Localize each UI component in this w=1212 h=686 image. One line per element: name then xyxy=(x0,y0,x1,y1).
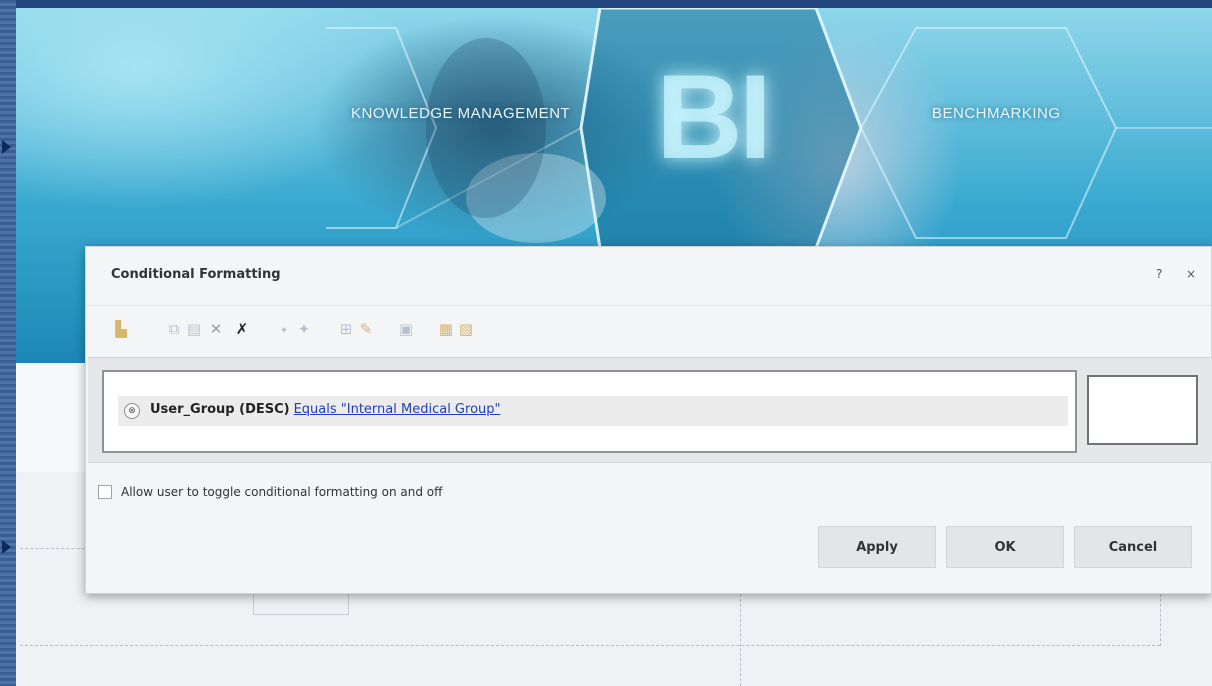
divider xyxy=(20,645,1160,646)
divider xyxy=(1160,594,1161,646)
banner-caption-benchmarking: BENCHMARKING xyxy=(932,105,1061,122)
remove-condition-icon[interactable]: ⊗ xyxy=(124,403,140,419)
condition-row[interactable]: ⊗ User_Group (DESC) Equals "Internal Medi… xyxy=(118,396,1068,426)
expand-arrow-icon[interactable] xyxy=(2,140,11,154)
placeholder-box xyxy=(253,594,349,615)
ok-button[interactable]: OK xyxy=(946,526,1064,568)
cancel-button[interactable]: Cancel xyxy=(1074,526,1192,568)
condition-field: User_Group (DESC) xyxy=(150,402,290,417)
conditional-formatting-dialog: Conditional Formatting ? × ▙ ⧉ ▤ ✕ ✗ ⬩ ✦… xyxy=(85,246,1212,594)
divider xyxy=(20,548,90,549)
condition-operator-link[interactable]: Equals "Internal Medical Group" xyxy=(294,402,501,417)
ungroup-icon[interactable]: ✎ xyxy=(356,319,376,339)
apply-button[interactable]: Apply xyxy=(818,526,936,568)
copy-icon[interactable]: ⧉ xyxy=(164,319,184,339)
export-icon[interactable]: ▧ xyxy=(456,319,476,339)
import-icon[interactable]: ▦ xyxy=(436,319,456,339)
title-divider xyxy=(86,305,1211,306)
allow-toggle-checkbox[interactable] xyxy=(98,485,112,499)
clear-all-icon[interactable]: ✗ xyxy=(232,319,252,339)
move-down-icon[interactable]: ✦ xyxy=(294,319,314,339)
format-icon[interactable]: ▣ xyxy=(396,319,416,339)
bi-logo-text: BI xyxy=(656,50,772,184)
allow-toggle-row: Allow user to toggle conditional formatt… xyxy=(98,483,442,501)
new-condition-icon[interactable]: ▙ xyxy=(111,319,131,339)
left-edge-strip xyxy=(0,0,16,686)
dialog-title: Conditional Formatting xyxy=(111,267,281,282)
close-icon[interactable]: × xyxy=(1186,267,1196,281)
banner-caption-knowledge: KNOWLEDGE MANAGEMENT xyxy=(351,105,571,122)
paste-icon[interactable]: ▤ xyxy=(184,319,204,339)
group-icon[interactable]: ⊞ xyxy=(336,319,356,339)
delete-icon[interactable]: ✕ xyxy=(206,319,226,339)
condition-text: User_Group (DESC) Equals "Internal Medica… xyxy=(150,402,501,417)
format-preview-box[interactable] xyxy=(1087,375,1198,445)
move-up-icon[interactable]: ⬩ xyxy=(274,319,294,339)
help-icon[interactable]: ? xyxy=(1156,267,1162,281)
divider xyxy=(740,594,741,686)
allow-toggle-label: Allow user to toggle conditional formatt… xyxy=(121,485,443,499)
condition-list: ⊗ User_Group (DESC) Equals "Internal Medi… xyxy=(102,370,1077,453)
expand-arrow-icon[interactable] xyxy=(2,540,11,554)
